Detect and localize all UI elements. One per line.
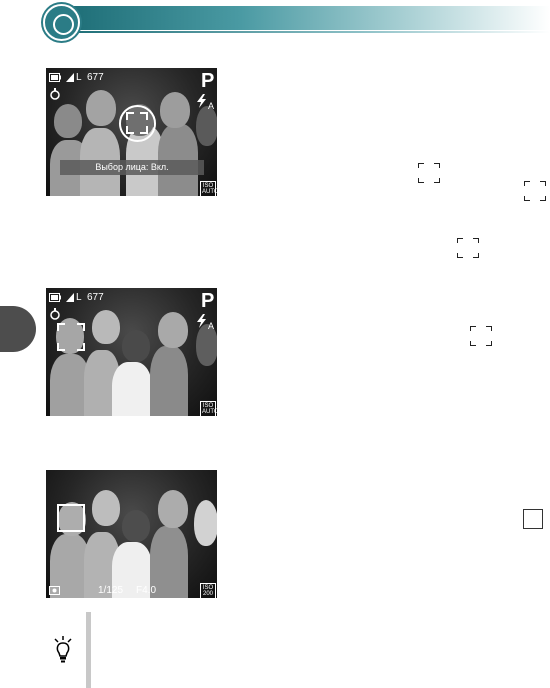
shooting-mode: P — [201, 290, 215, 312]
shooting-mode: P — [201, 70, 215, 92]
lcd-screen-face-select: L 677 P A Выбор лица: Вкл. ISO AUTO — [46, 68, 217, 196]
tip-rule — [86, 612, 91, 688]
face-select-frame — [57, 323, 85, 351]
flash-auto-icon — [197, 94, 207, 111]
image-size-label: L — [76, 72, 82, 83]
chapter-side-tab — [0, 306, 36, 352]
image-size-label: L — [76, 292, 82, 303]
af-bracket-icon — [457, 238, 479, 258]
lcd-screen-face-frame: L 677 P A ISO AUTO — [46, 288, 217, 416]
battery-icon — [49, 73, 61, 85]
lcd-screen-shooting: 1/125 F4.0 ISO 200 — [46, 470, 217, 598]
shutter-speed: 1/125 — [98, 585, 124, 596]
flash-auto-icon — [197, 314, 207, 331]
aperture-value: F4.0 — [136, 585, 157, 596]
af-bracket-icon — [418, 163, 440, 183]
shutter-button-icon — [523, 509, 543, 529]
face-select-status: Выбор лица: Вкл. — [60, 160, 204, 175]
focus-frame — [57, 504, 85, 532]
battery-icon — [49, 293, 61, 305]
flash-mode-sub: A — [208, 101, 215, 111]
iso-auto-badge: ISO AUTO — [200, 401, 217, 416]
shots-remaining: 677 — [87, 292, 104, 303]
iso-value-badge: ISO 200 — [200, 583, 216, 598]
superfine-quality-icon — [66, 73, 74, 85]
lightbulb-icon — [52, 636, 74, 669]
superfine-quality-icon — [66, 293, 74, 305]
camera-shake-icon — [49, 585, 60, 598]
flash-mode-sub: A — [208, 321, 215, 331]
iso-auto-badge: ISO AUTO — [200, 181, 217, 196]
shots-remaining: 677 — [87, 72, 104, 83]
section-circle-icon — [43, 4, 80, 41]
af-bracket-icon — [524, 181, 546, 201]
af-frame — [126, 112, 148, 134]
section-header-bar — [74, 6, 550, 30]
self-timer-icon — [50, 88, 60, 103]
self-timer-icon — [50, 308, 60, 323]
af-bracket-icon — [470, 326, 492, 346]
section-header-rule — [74, 31, 550, 33]
